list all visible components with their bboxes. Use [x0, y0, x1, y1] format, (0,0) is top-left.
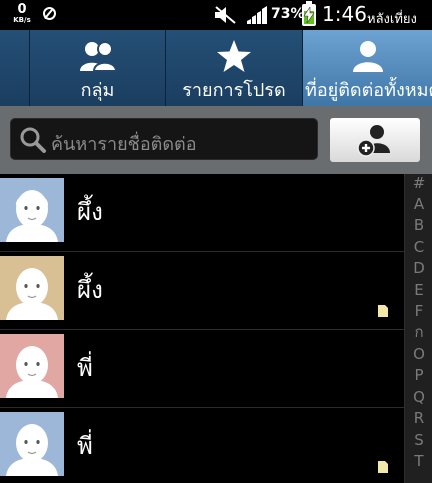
index-letter[interactable]: C [405, 240, 432, 255]
avatar [0, 178, 64, 242]
contact-row[interactable]: ผึ้ง [0, 174, 404, 252]
charging-icon [303, 7, 315, 23]
sim-card-icon [378, 461, 388, 473]
tab-favorites-label: รายการโปรด [182, 80, 286, 101]
tab-all-contacts-label: ที่อยู่ติดต่อทั้งหมด [305, 80, 432, 101]
tab-all-contacts[interactable]: ที่อยู่ติดต่อทั้งหมด [303, 30, 432, 106]
clock-ampm: หลังเที่ยง [367, 12, 417, 27]
add-contact-icon [357, 125, 390, 157]
tab-groups[interactable]: กลุ่ม [30, 30, 166, 106]
status-bar: 0 KB/s 73% 1:46 หลังเที่ยง [0, 0, 432, 30]
search-input[interactable]: ค้นหารายชื่อติดต่อ [10, 118, 318, 160]
avatar [0, 412, 64, 476]
battery-icon [302, 1, 316, 26]
add-contact-button[interactable] [330, 118, 420, 162]
index-letter[interactable]: # [405, 176, 432, 191]
data-rate-indicator: 0 KB/s [11, 3, 33, 24]
index-letter[interactable]: P [405, 368, 432, 383]
person-icon [352, 41, 383, 72]
index-letter[interactable]: A [405, 197, 432, 212]
mute-icon [215, 6, 236, 24]
index-letter[interactable]: F [405, 304, 432, 319]
index-letter[interactable]: O [405, 347, 432, 362]
tab-scroll-edge [0, 30, 30, 106]
contact-list: ผึ้ง ผึ้ง พี่ พี่ [0, 174, 404, 483]
avatar [0, 334, 64, 398]
index-letter[interactable]: ก [405, 325, 432, 340]
contact-row[interactable]: พี่ [0, 330, 404, 408]
sim-card-icon [378, 305, 388, 317]
search-bar: ค้นหารายชื่อติดต่อ [0, 106, 432, 174]
contact-name: พี่ [77, 354, 93, 382]
alphabet-index[interactable]: # A B C D E F ก O P Q R S T [404, 174, 432, 483]
index-letter[interactable]: S [405, 433, 432, 448]
contact-row[interactable]: ผึ้ง [0, 252, 404, 330]
tab-groups-label: กลุ่ม [80, 80, 115, 101]
index-letter[interactable]: E [405, 283, 432, 298]
contact-name: พี่ [77, 432, 93, 460]
index-letter[interactable]: Q [405, 390, 432, 405]
search-icon [20, 127, 46, 153]
contact-row[interactable]: พี่ [0, 408, 404, 483]
clock-time: 1:46 [322, 2, 367, 26]
contact-name: ผึ้ง [77, 276, 103, 304]
group-icon [79, 41, 117, 72]
index-letter[interactable]: R [405, 411, 432, 426]
signal-icon [247, 6, 267, 24]
battery-percent: 73% [271, 6, 305, 22]
search-placeholder: ค้นหารายชื่อติดต่อ [51, 134, 197, 155]
index-letter[interactable]: T [405, 454, 432, 469]
tab-favorites[interactable]: รายการโปรด [166, 30, 303, 106]
index-letter[interactable]: B [405, 218, 432, 233]
tab-bar: กลุ่ม รายการโปรด ที่อยู่ติดต่อทั้งหมด [0, 30, 432, 106]
contact-name: ผึ้ง [77, 198, 103, 226]
star-icon [217, 40, 251, 72]
data-rate-unit: KB/s [13, 16, 31, 24]
index-letter[interactable]: D [405, 261, 432, 276]
data-rate-value: 0 [17, 2, 27, 17]
avatar [0, 256, 64, 320]
blocked-icon [43, 7, 56, 20]
